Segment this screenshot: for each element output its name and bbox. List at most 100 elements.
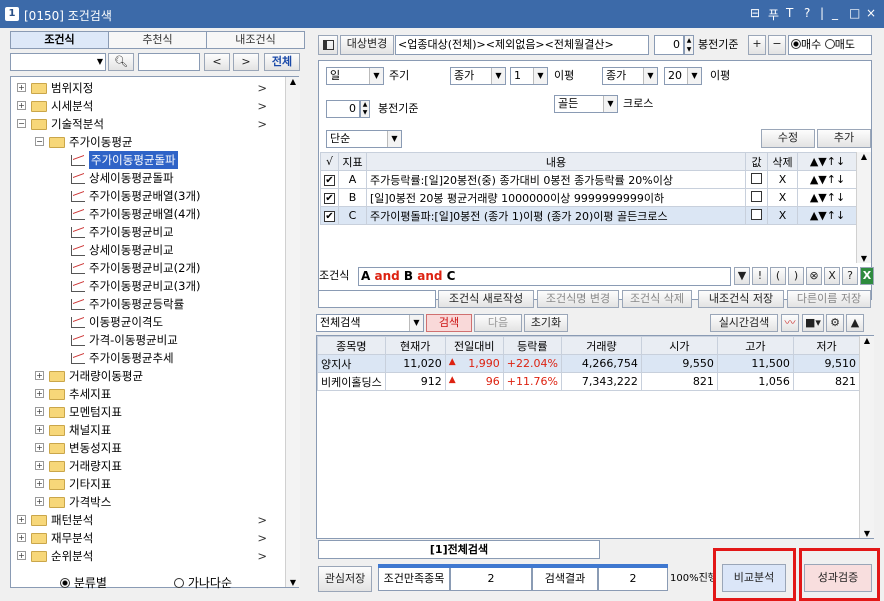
- expand-icon[interactable]: +: [35, 461, 44, 470]
- tree-node[interactable]: 주가이동평균배열(4개): [11, 205, 285, 223]
- tree-node[interactable]: + 범위지정 >: [11, 79, 285, 97]
- condition-checkbox[interactable]: ✔: [320, 170, 339, 189]
- expand-icon[interactable]: +: [17, 515, 26, 524]
- help-icon[interactable]: ?: [804, 6, 810, 20]
- search-input[interactable]: [138, 53, 200, 71]
- category-select[interactable]: ▼: [10, 53, 106, 71]
- tree-node[interactable]: + 재무분석 >: [11, 529, 285, 547]
- result-row[interactable]: 양지사 11,020 ▲ 1,990 +22.04% 4,266,754 9,550 11,5…: [317, 354, 861, 373]
- save-as-button[interactable]: 다른이름 저장: [787, 290, 871, 308]
- tab-recommend[interactable]: 추천식: [109, 32, 207, 48]
- tree-node[interactable]: + 거래량이동평균: [11, 367, 285, 385]
- expr-close-paren-button[interactable]: ): [788, 267, 804, 285]
- close-icon[interactable]: ×: [866, 6, 876, 20]
- rename-condition-button[interactable]: 조건식명 변경: [537, 290, 619, 308]
- expr-dropdown-button[interactable]: ▼: [734, 267, 750, 285]
- gear-icon[interactable]: ⚙: [826, 314, 844, 332]
- expr-delete-button[interactable]: X: [824, 267, 840, 285]
- layout-icon[interactable]: ⊟: [750, 6, 760, 20]
- condition-delete[interactable]: X: [767, 188, 798, 207]
- radio-checked-icon[interactable]: [60, 578, 70, 588]
- expand-icon[interactable]: +: [35, 479, 44, 488]
- expand-icon[interactable]: +: [17, 83, 26, 92]
- buy-radio-icon[interactable]: [791, 39, 801, 49]
- price1-select[interactable]: 종가 ▼: [450, 67, 506, 85]
- condition-move-buttons[interactable]: ▲▼↑↓: [797, 206, 858, 225]
- collapse-icon[interactable]: −: [35, 137, 44, 146]
- tree-scrollbar[interactable]: ▲ ▼: [285, 77, 300, 587]
- realtime-search-button[interactable]: 실시간검색: [710, 314, 778, 332]
- tree-node[interactable]: 주가이동평균배열(3개): [11, 187, 285, 205]
- prev-button[interactable]: <: [204, 53, 230, 71]
- offset-spinner[interactable]: ▲ ▼: [684, 35, 694, 55]
- offset-input[interactable]: 0: [654, 35, 684, 55]
- collapse-icon[interactable]: ▲: [846, 314, 864, 332]
- tree-node[interactable]: − 기술적분석 >: [11, 115, 285, 133]
- condition-checkbox[interactable]: ✔: [320, 188, 339, 207]
- all-button[interactable]: 전체: [264, 53, 300, 71]
- search-button[interactable]: 🔍︎: [108, 53, 134, 71]
- save-my-condition-button[interactable]: 내조건식 저장: [698, 290, 784, 308]
- tab-all-search[interactable]: [1]전체검색: [318, 540, 600, 559]
- tree-node[interactable]: + 기타지표: [11, 475, 285, 493]
- ma1-select[interactable]: 1 ▼: [510, 67, 548, 85]
- tree-node[interactable]: + 순위분석 >: [11, 547, 285, 565]
- scroll-up-icon[interactable]: ▲: [857, 152, 871, 161]
- excel-icon[interactable]: X: [860, 267, 874, 285]
- expr-xor-button[interactable]: ⊗: [806, 267, 822, 285]
- expand-icon[interactable]: +: [17, 551, 26, 560]
- add-button[interactable]: 추가: [817, 129, 871, 148]
- scroll-down-icon[interactable]: ▼: [857, 254, 871, 263]
- expr-open-paren-button[interactable]: (: [770, 267, 786, 285]
- tree-node[interactable]: 이동평균이격도: [11, 313, 285, 331]
- buy-label[interactable]: 매수: [801, 38, 821, 51]
- tree-node[interactable]: 주가이동평균돌파: [11, 151, 285, 169]
- tree-node[interactable]: + 패턴분석 >: [11, 511, 285, 529]
- tree-node[interactable]: + 채널지표: [11, 421, 285, 439]
- ma-type-select[interactable]: 단순 ▼: [326, 130, 402, 148]
- tab-condition[interactable]: 조건식: [11, 32, 109, 48]
- scroll-down-icon[interactable]: ▼: [860, 529, 874, 538]
- tree-node[interactable]: + 시세분석 >: [11, 97, 285, 115]
- tree-node[interactable]: 상세이동평균돌파: [11, 169, 285, 187]
- sort-by-alpha[interactable]: 가나다순: [174, 574, 232, 591]
- condition-value-checkbox[interactable]: [745, 206, 768, 225]
- period-select[interactable]: 일 ▼: [326, 67, 384, 85]
- sell-label[interactable]: 매도: [835, 38, 855, 51]
- expand-icon[interactable]: +: [35, 425, 44, 434]
- pin-icon[interactable]: 푸: [768, 6, 779, 23]
- search-run-button[interactable]: 검색: [426, 314, 472, 332]
- minimize-icon[interactable]: _: [832, 6, 838, 20]
- tree-node[interactable]: 주가이동평균비교: [11, 223, 285, 241]
- tree-node[interactable]: + 추세지표: [11, 385, 285, 403]
- tree-node[interactable]: + 모멘텀지표: [11, 403, 285, 421]
- scroll-down-icon[interactable]: ▼: [286, 578, 300, 587]
- conditions-scrollbar[interactable]: ▲ ▼: [856, 152, 871, 263]
- condition-value-checkbox[interactable]: [745, 170, 768, 189]
- scroll-up-icon[interactable]: ▲: [860, 336, 874, 345]
- tree-node[interactable]: + 변동성지표: [11, 439, 285, 457]
- expr-not-button[interactable]: !: [752, 267, 768, 285]
- condition-move-buttons[interactable]: ▲▼↑↓: [797, 188, 858, 207]
- expand-icon[interactable]: +: [35, 389, 44, 398]
- plus-button[interactable]: +: [748, 35, 766, 55]
- expand-icon[interactable]: +: [35, 407, 44, 416]
- sell-radio-icon[interactable]: [824, 39, 835, 49]
- condition-checkbox[interactable]: ✔: [320, 206, 339, 225]
- tree-node[interactable]: 주가이동평균추세: [11, 349, 285, 367]
- results-scrollbar[interactable]: ▲ ▼: [859, 336, 874, 538]
- collapse-icon[interactable]: −: [17, 119, 26, 128]
- modify-button[interactable]: 수정: [761, 129, 815, 148]
- radio-unchecked-icon[interactable]: [174, 578, 184, 588]
- menu-icon[interactable]: ■▾: [802, 314, 824, 332]
- condition-value-checkbox[interactable]: [745, 188, 768, 207]
- expand-icon[interactable]: +: [35, 443, 44, 452]
- chart-icon[interactable]: 〰: [781, 314, 799, 332]
- tree-node[interactable]: − 주가이동평균: [11, 133, 285, 151]
- tree-node[interactable]: 주가이동평균비교(3개): [11, 277, 285, 295]
- condition-row[interactable]: ✔ B [일]0봉전 20봉 평균거래량 1000000이상 9999999999이…: [320, 188, 858, 207]
- tree-node[interactable]: 가격-이동평균비교: [11, 331, 285, 349]
- condition-name-input[interactable]: [318, 290, 436, 308]
- ma2-select[interactable]: 20 ▼: [664, 67, 702, 85]
- maximize-icon[interactable]: □: [849, 6, 860, 20]
